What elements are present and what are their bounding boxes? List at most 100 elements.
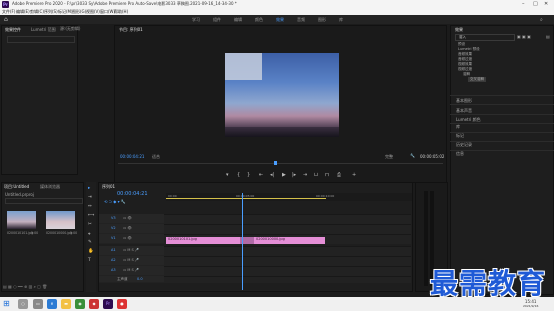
title-bar: Pr Adobe Premiere Pro 2020 - F:\pr\3033 … xyxy=(0,0,554,9)
quality-select[interactable]: 完整 xyxy=(385,154,393,160)
track-label[interactable]: A3 xyxy=(111,268,116,272)
track-select-tool-icon[interactable]: ⇥ xyxy=(88,195,92,200)
timeline-timecode[interactable]: 00:00:04:21 xyxy=(117,191,148,197)
wrench-icon[interactable]: 🔧 xyxy=(410,153,415,158)
workspace-learn[interactable]: 学习 xyxy=(192,17,200,23)
project-thumb-1[interactable] xyxy=(7,211,36,229)
task-view-icon[interactable]: ▭ xyxy=(33,299,43,309)
workspace-color[interactable]: 颜色 xyxy=(255,17,263,23)
maximize-icon[interactable]: □ xyxy=(533,1,538,7)
tab-media-browser[interactable]: 媒体浏览器 xyxy=(40,184,60,190)
export-frame-icon[interactable]: ⎙ xyxy=(337,172,341,178)
button-editor-icon[interactable]: + xyxy=(352,172,356,178)
clip-label-1: 0200010101.jpg xyxy=(168,237,197,241)
program-timecode[interactable]: 00:00:04:21 xyxy=(120,154,144,159)
program-scrub-bar[interactable] xyxy=(118,163,443,164)
workspace-assembly[interactable]: 组件 xyxy=(213,17,221,23)
lift-icon[interactable]: ⊔ xyxy=(314,172,318,178)
track-label[interactable]: A1 xyxy=(111,248,116,252)
record-icon[interactable]: ● xyxy=(117,299,127,309)
zoom-select[interactable]: 适合 xyxy=(152,154,160,160)
clip-label-2: 0200010000.jpg xyxy=(256,237,285,241)
rate-stretch-tool-icon[interactable]: ⟷ xyxy=(88,213,94,218)
program-video-frame[interactable] xyxy=(225,53,339,137)
work-area-bar[interactable] xyxy=(166,198,326,199)
tree-cross-dissolve[interactable]: 交叉溶解 xyxy=(468,77,486,82)
workspace-bar: ⌂ 学习 组件 编辑 颜色 效果 音频 图形 库 ⌕ xyxy=(0,15,554,24)
track-label[interactable]: V1 xyxy=(111,236,116,240)
track-toggle-icons[interactable]: ▭ M S 🎤 xyxy=(123,258,139,262)
project-item-duration-2: 5:00 xyxy=(70,231,78,235)
track-label[interactable]: V2 xyxy=(111,226,116,230)
project-view-controls[interactable]: ▤ ▦ ○ ━━ ⊕ ▥ ⌕ ▢ 🗑 xyxy=(3,284,47,289)
master-volume[interactable]: 0.0 xyxy=(137,277,143,281)
watermark-logo: 最需教育 xyxy=(430,267,547,300)
edge-icon[interactable]: e xyxy=(47,299,57,309)
close-icon[interactable]: ✕ xyxy=(544,1,548,7)
folder-icon[interactable]: ▬ xyxy=(61,299,71,309)
program-playhead[interactable] xyxy=(274,161,277,165)
mark-in-icon[interactable]: { xyxy=(237,172,240,178)
section-info[interactable]: 信息 xyxy=(456,151,464,157)
mark-out-icon[interactable]: } xyxy=(247,172,250,178)
track-toggle-icons[interactable]: ▭ M S 🎤 xyxy=(123,268,139,272)
tab-lumetri-scopes[interactable]: Lumetri 范围 xyxy=(31,27,56,33)
timeline-ruler[interactable]: 00:00 00:00:05:00 00:00:10:00 xyxy=(166,193,412,201)
tab-program[interactable]: 节目: 序列01 xyxy=(119,27,143,33)
track-label[interactable]: A2 xyxy=(111,258,116,262)
track-toggle-icons[interactable]: ▭ 👁 xyxy=(123,226,132,230)
new-bin-icon[interactable]: ▣ ▣ ▣ xyxy=(517,34,531,39)
timeline-playhead[interactable] xyxy=(242,193,243,290)
ripple-edit-tool-icon[interactable]: ↔ xyxy=(88,204,92,209)
track-toggle-icons[interactable]: ▭ 👁 xyxy=(123,236,132,240)
chrome-icon[interactable]: ◉ xyxy=(75,299,85,309)
step-back-icon[interactable]: ◂| xyxy=(270,172,274,178)
workspace-graphics[interactable]: 图形 xyxy=(318,17,326,23)
overlay-clip xyxy=(225,53,262,80)
search-taskbar-icon[interactable]: ○ xyxy=(18,299,28,309)
play-icon[interactable]: ▶ xyxy=(282,172,286,178)
razor-tool-icon[interactable]: ✂ xyxy=(88,222,92,227)
add-marker-icon[interactable]: ▾ xyxy=(226,172,229,178)
timeline-tool-icons[interactable]: ⟲ ⊃ ◆ ▾ 🔧 xyxy=(104,199,126,204)
workspace-audio[interactable]: 音频 xyxy=(297,17,305,23)
section-history[interactable]: 历史记录 xyxy=(456,142,472,148)
premiere-taskbar-icon[interactable]: Pr xyxy=(103,299,113,309)
panel-divider xyxy=(450,141,554,142)
workspace-effects[interactable]: 效果 xyxy=(276,17,284,23)
tab-sequence[interactable]: 序列01 xyxy=(102,184,115,190)
section-markers[interactable]: 标记 xyxy=(456,133,464,139)
section-libraries[interactable]: 库 xyxy=(456,124,460,130)
project-thumb-2[interactable] xyxy=(46,211,75,229)
tab-source[interactable]: 源:(无剪辑) xyxy=(60,26,80,32)
project-panel: 项目:Untitled 媒体浏览器 Untitled.prproj xyxy=(1,182,84,292)
track-toggle-icons[interactable]: ▭ 👁 xyxy=(123,216,132,220)
go-to-out-icon[interactable]: ⇥ xyxy=(303,172,307,178)
timeline-clip-v1[interactable]: 0200010101.jpg 0200010000.jpg xyxy=(166,237,325,244)
tools-panel: ▸ ⇥ ↔ ⟷ ✂ ⌖ ✎ ✋ T xyxy=(86,182,96,292)
panel-divider xyxy=(450,114,554,115)
tab-project[interactable]: 项目:Untitled xyxy=(4,184,29,190)
windows-start-icon[interactable]: ⊞ xyxy=(3,299,10,308)
tab-effect-controls[interactable]: 效果控件 xyxy=(5,27,21,33)
new-preset-icon[interactable]: ▤ xyxy=(546,34,550,39)
slip-tool-icon[interactable]: ⌖ xyxy=(88,231,91,237)
project-search-input[interactable] xyxy=(5,198,83,204)
app-icon[interactable]: ◆ xyxy=(89,299,99,309)
step-forward-icon[interactable]: |▸ xyxy=(292,172,296,178)
hand-tool-icon[interactable]: ✋ xyxy=(88,249,94,254)
extract-icon[interactable]: ⊓ xyxy=(325,172,329,178)
selection-tool-icon[interactable]: ▸ xyxy=(88,186,90,191)
type-tool-icon[interactable]: T xyxy=(88,258,91,263)
effects-search-input[interactable]: 溶入 xyxy=(455,34,515,41)
track-label[interactable]: V3 xyxy=(111,216,116,220)
workspace-editing[interactable]: 编辑 xyxy=(234,17,242,23)
home-icon[interactable]: ⌂ xyxy=(4,16,11,23)
search-icon[interactable]: ⌕ xyxy=(540,17,543,23)
go-to-in-icon[interactable]: ⇤ xyxy=(259,172,263,178)
premiere-logo-icon: Pr xyxy=(2,1,9,8)
minimize-icon[interactable]: – xyxy=(522,1,525,7)
track-toggle-icons[interactable]: ▭ M S 🎤 xyxy=(123,248,139,252)
workspace-libraries[interactable]: 库 xyxy=(339,17,343,23)
pen-tool-icon[interactable]: ✎ xyxy=(88,240,92,245)
